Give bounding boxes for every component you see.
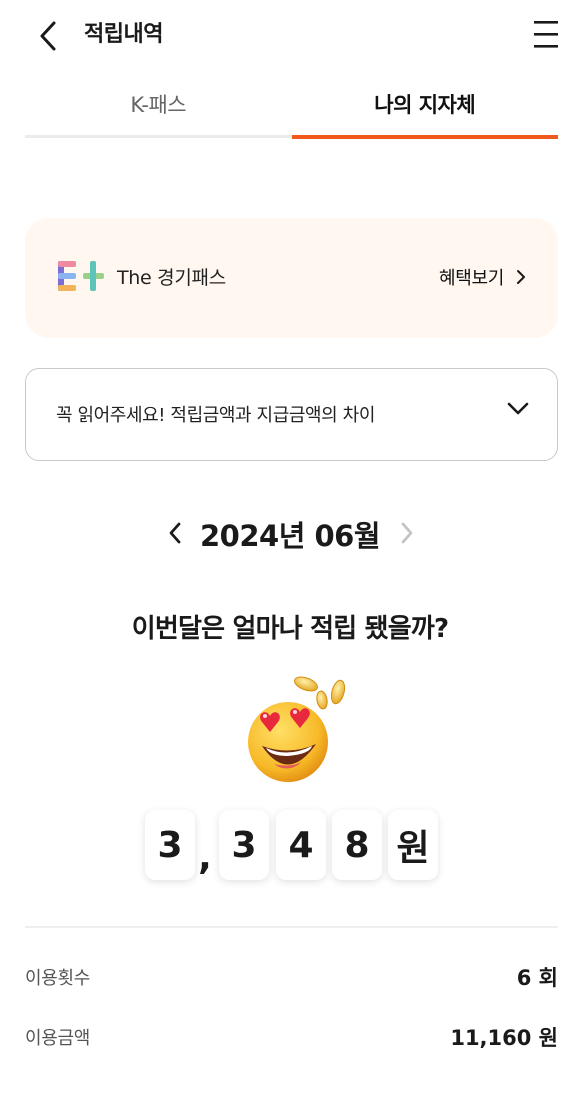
benefit-card[interactable]: The 경기패스 혜택보기 [25,218,558,338]
amount-digit: 8 [332,810,382,880]
tab-bar: K-패스 나의 지자체 [25,72,558,140]
menu-button[interactable] [532,18,560,50]
usage-amount-value: 11,160 원 [450,1026,558,1050]
amount-separator: , [198,837,212,878]
chevron-right-icon [517,270,525,284]
usage-count-value: 6 회 [516,966,558,990]
month-navigator: 2024년 06월 [0,505,580,561]
section-divider [25,926,558,928]
summary-question: 이번달은 얼마나 적립 됐을까? [131,614,449,644]
amount-digit: 4 [276,810,326,880]
brand: The 경기패스 [57,258,226,294]
view-benefits-label: 혜택보기 [438,268,504,289]
brand-name: The 경기패스 [117,266,226,289]
usage-count-label: 이용횟수 [25,968,91,989]
view-benefits-link[interactable]: 혜택보기 [439,264,526,290]
heart-eyes-coins-emoji [240,672,360,792]
month-label: 2024년 06월 [199,519,381,553]
hamburger-menu-icon [534,21,558,48]
gyeonggi-pass-logo [58,261,104,291]
notice-expand-button[interactable] [507,401,529,420]
notice-accordion[interactable]: 꼭 읽어주세요! 적립금액과 지급금액의 차이 [25,368,558,461]
usage-amount-row: 이용금액 11,160 원 [25,1020,558,1052]
amount-digit: 3 [145,810,195,880]
usage-count-row: 이용횟수 6 회 [25,960,558,992]
app-header: 적립내역 [0,0,580,70]
page-title: 적립내역 [84,22,163,47]
tab-active-indicator [291,135,558,139]
notice-text: 꼭 읽어주세요! 적립금액과 지급금액의 차이 [56,405,375,426]
chevron-down-icon [507,402,529,415]
chevron-right-icon [401,522,413,544]
usage-amount-label: 이용금액 [25,1028,91,1049]
tab-my-local-government[interactable]: 나의 지자체 [292,72,559,136]
amount-unit: 원 [388,810,438,880]
amount-digit: 3 [219,810,269,880]
next-month-button[interactable] [392,515,422,551]
back-button[interactable] [32,16,64,56]
chevron-left-icon [40,21,56,51]
tab-k-pass[interactable]: K-패스 [25,72,292,136]
savings-amount: 3 , 3 4 8 원 [0,810,580,882]
